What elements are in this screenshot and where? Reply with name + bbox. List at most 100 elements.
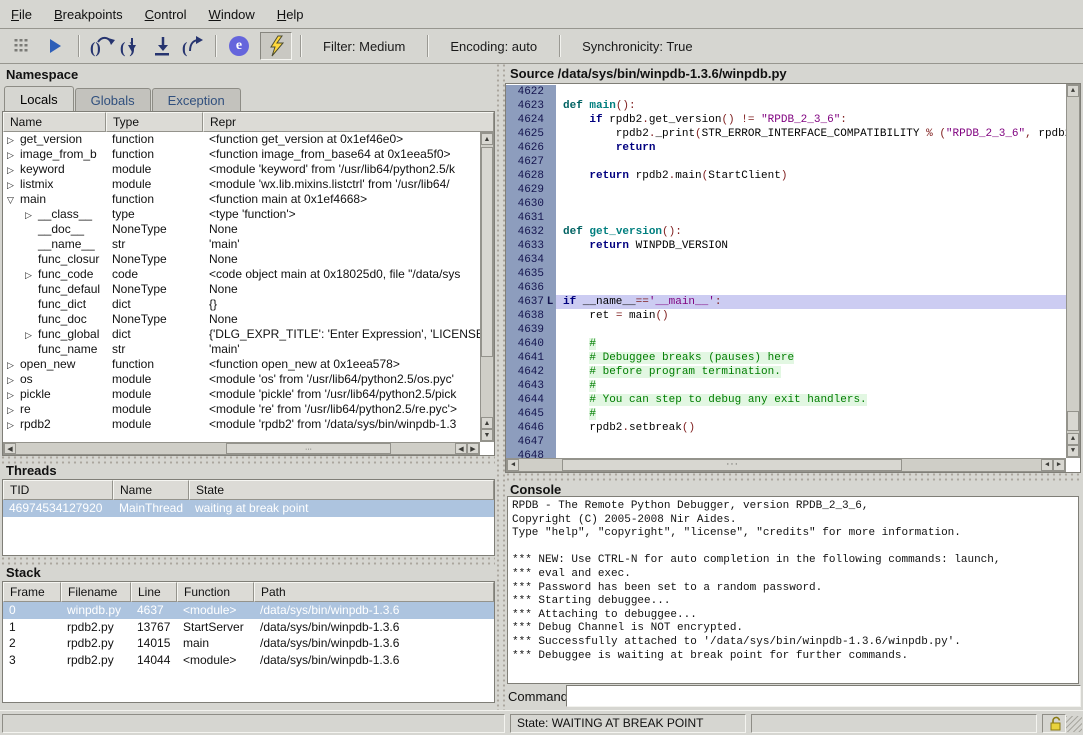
- command-input[interactable]: [566, 685, 1081, 707]
- tab-exception[interactable]: Exception: [152, 88, 241, 111]
- column-header-frame[interactable]: Frame: [3, 582, 61, 602]
- expand-arrow-icon[interactable]: ▷: [25, 208, 38, 222]
- source-vscrollbar[interactable]: ▲ ▲ ▼: [1066, 84, 1080, 458]
- source-line[interactable]: 4629: [506, 183, 1066, 197]
- table-row[interactable]: 1rpdb2.py13767StartServer/data/sys/bin/w…: [3, 619, 494, 636]
- vertical-splitter[interactable]: [495, 63, 505, 711]
- menu-item-breakpoints[interactable]: Breakpoints: [43, 3, 134, 26]
- namespace-hscrollbar[interactable]: ◀ ··· ◀ ▶: [3, 442, 480, 455]
- step-icon[interactable]: ( ): [117, 33, 147, 59]
- source-line[interactable]: 4641 # Debuggee breaks (pauses) here: [506, 351, 1066, 365]
- table-row[interactable]: ▷osmodule<module 'os' from '/usr/lib64/p…: [3, 372, 480, 387]
- expand-arrow-icon[interactable]: ▷: [7, 133, 20, 147]
- namespace-vscrollbar[interactable]: ▲ ▲ ▼: [480, 132, 494, 442]
- goto-icon[interactable]: (: [177, 33, 207, 59]
- source-line[interactable]: 4645 #: [506, 407, 1066, 421]
- column-header-name[interactable]: Name: [3, 112, 106, 132]
- source-line[interactable]: 4638 ret = main(): [506, 309, 1066, 323]
- source-line[interactable]: 4642 # before program termination.: [506, 365, 1066, 379]
- expand-arrow-icon[interactable]: ▷: [7, 418, 20, 432]
- scroll-left-arrow[interactable]: ◀: [1041, 459, 1053, 471]
- next-icon[interactable]: (): [87, 33, 117, 59]
- source-line[interactable]: 4635: [506, 267, 1066, 281]
- scroll-left-arrow[interactable]: ◀: [455, 443, 467, 454]
- column-header-tid[interactable]: TID: [3, 480, 113, 500]
- source-line[interactable]: 4637Lif __name__=='__main__':: [506, 295, 1066, 309]
- table-row[interactable]: ▷rpdb2module<module 'rpdb2' from '/data/…: [3, 417, 480, 432]
- source-line[interactable]: 4640 #: [506, 337, 1066, 351]
- table-row[interactable]: 0winpdb.py4637<module>/data/sys/bin/winp…: [3, 602, 494, 619]
- menu-item-control[interactable]: Control: [134, 3, 198, 26]
- scroll-down-arrow[interactable]: ▼: [1067, 445, 1079, 457]
- scroll-thumb[interactable]: [481, 147, 493, 357]
- source-line[interactable]: 4632def get_version():: [506, 225, 1066, 239]
- break-icon[interactable]: [6, 33, 36, 59]
- table-row[interactable]: func_namestr'main': [3, 342, 480, 357]
- table-row[interactable]: __doc__NoneTypeNone: [3, 222, 480, 237]
- column-header-filename[interactable]: Filename: [61, 582, 131, 602]
- table-row[interactable]: ▷func_codecode<code object main at 0x180…: [3, 267, 480, 282]
- table-row[interactable]: __name__str'main': [3, 237, 480, 252]
- table-row[interactable]: ▷keywordmodule<module 'keyword' from '/u…: [3, 162, 480, 177]
- source-line[interactable]: 4634: [506, 253, 1066, 267]
- scroll-up-arrow[interactable]: ▲: [1067, 433, 1079, 445]
- scroll-thumb[interactable]: ···: [562, 459, 902, 471]
- source-hscrollbar[interactable]: ◀ ··· ◀ ▶: [506, 458, 1066, 472]
- table-row[interactable]: ▷open_newfunction<function open_new at 0…: [3, 357, 480, 372]
- resize-grip[interactable]: [1066, 716, 1082, 732]
- source-line[interactable]: 4631: [506, 211, 1066, 225]
- source-line[interactable]: 4630: [506, 197, 1066, 211]
- scroll-up-arrow[interactable]: ▲: [481, 133, 493, 145]
- encoding-icon[interactable]: e: [224, 33, 254, 59]
- expand-arrow-icon[interactable]: ▷: [7, 148, 20, 162]
- namespace-threads-splitter[interactable]: [0, 455, 495, 464]
- column-header-line[interactable]: Line: [131, 582, 177, 602]
- expand-arrow-icon[interactable]: ▷: [25, 268, 38, 282]
- scroll-up-arrow[interactable]: ▲: [1067, 85, 1079, 97]
- column-header-path[interactable]: Path: [254, 582, 494, 602]
- column-header-repr[interactable]: Repr: [203, 112, 494, 132]
- table-row[interactable]: ▽mainfunction<function main at 0x1ef4668…: [3, 192, 480, 207]
- table-row[interactable]: func_defaulNoneTypeNone: [3, 282, 480, 297]
- expand-arrow-icon[interactable]: ▷: [7, 163, 20, 177]
- source-line[interactable]: 4636: [506, 281, 1066, 295]
- tab-globals[interactable]: Globals: [75, 88, 151, 111]
- return-icon[interactable]: [147, 33, 177, 59]
- column-header-state[interactable]: State: [189, 480, 494, 500]
- source-console-splitter[interactable]: [505, 472, 1083, 481]
- source-line[interactable]: 4633 return WINPDB_VERSION: [506, 239, 1066, 253]
- source-line[interactable]: 4625 rpdb2._print(STR_ERROR_INTERFACE_CO…: [506, 127, 1066, 141]
- scroll-up-arrow[interactable]: ▲: [481, 417, 493, 429]
- expand-arrow-icon[interactable]: ▷: [7, 403, 20, 417]
- source-line[interactable]: 4624 if rpdb2.get_version() != "RPDB_2_3…: [506, 113, 1066, 127]
- scroll-right-arrow[interactable]: ▶: [1053, 459, 1065, 471]
- scroll-thumb[interactable]: [1067, 411, 1079, 431]
- source-line[interactable]: 4648: [506, 449, 1066, 458]
- scroll-thumb[interactable]: ···: [226, 443, 391, 454]
- source-line[interactable]: 4623def main():: [506, 99, 1066, 113]
- menu-item-file[interactable]: File: [0, 3, 43, 26]
- tab-locals[interactable]: Locals: [4, 86, 74, 111]
- source-line[interactable]: 4639: [506, 323, 1066, 337]
- source-line[interactable]: 4626 return: [506, 141, 1066, 155]
- scroll-right-arrow[interactable]: ▶: [467, 443, 479, 454]
- table-row[interactable]: 46974534127920MainThreadwaiting at break…: [3, 500, 494, 517]
- console-output[interactable]: RPDB - The Remote Python Debugger, versi…: [507, 496, 1079, 684]
- expand-arrow-icon[interactable]: ▷: [25, 328, 38, 342]
- source-line[interactable]: 4644 # You can step to debug any exit ha…: [506, 393, 1066, 407]
- source-line[interactable]: 4628 return rpdb2.main(StartClient): [506, 169, 1066, 183]
- source-line[interactable]: 4627: [506, 155, 1066, 169]
- menu-item-window[interactable]: Window: [198, 3, 266, 26]
- go-icon[interactable]: [40, 33, 70, 59]
- source-line[interactable]: 4643 #: [506, 379, 1066, 393]
- table-row[interactable]: ▷func_globaldict{'DLG_EXPR_TITLE': 'Ente…: [3, 327, 480, 342]
- table-row[interactable]: func_dictdict{}: [3, 297, 480, 312]
- column-header-name[interactable]: Name: [113, 480, 189, 500]
- source-line[interactable]: 4647: [506, 435, 1066, 449]
- column-header-function[interactable]: Function: [177, 582, 254, 602]
- table-row[interactable]: ▷listmixmodule<module 'wx.lib.mixins.lis…: [3, 177, 480, 192]
- threads-stack-splitter[interactable]: [0, 556, 495, 565]
- source-line[interactable]: 4646 rpdb2.setbreak(): [506, 421, 1066, 435]
- source-line[interactable]: 4622: [506, 85, 1066, 99]
- expand-arrow-icon[interactable]: ▷: [7, 373, 20, 387]
